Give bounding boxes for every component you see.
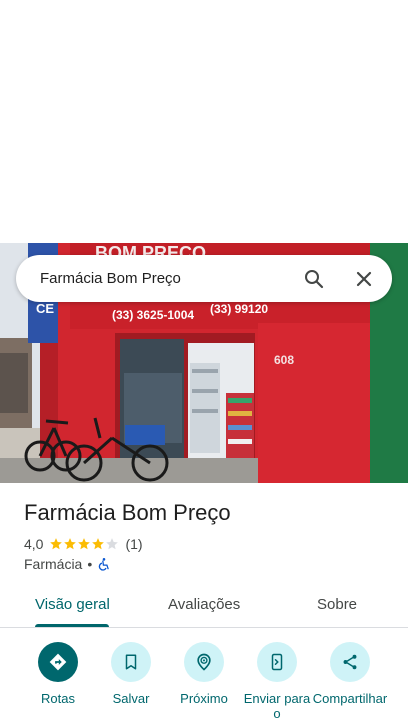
star-filled-icon (78, 538, 91, 550)
send-to-phone-button[interactable]: Enviar para o (239, 642, 315, 721)
directions-button[interactable]: Rotas (20, 642, 96, 706)
svg-text:CE: CE (36, 301, 54, 316)
nearby-button[interactable]: Próximo (166, 642, 242, 706)
share-button[interactable]: Compartilhar (312, 642, 388, 706)
svg-text:(33) 3625-1004: (33) 3625-1004 (112, 308, 194, 322)
star-filled-icon (50, 538, 63, 550)
directions-icon (38, 642, 78, 682)
tab-bar: Visão geral Avaliações Sobre (0, 588, 408, 628)
separator-dot: • (87, 556, 93, 572)
save-label: Salvar (112, 691, 150, 706)
tab-overview[interactable]: Visão geral (35, 596, 110, 613)
place-title: Farmácia Bom Preço (24, 500, 231, 525)
star-filled-icon (64, 538, 77, 550)
star-rating (49, 537, 119, 551)
rating-row[interactable]: 4,0 (1) (24, 536, 143, 552)
star-filled-icon (92, 538, 105, 550)
send-to-phone-icon (257, 642, 297, 682)
bookmark-icon (111, 642, 151, 682)
tab-about[interactable]: Sobre (317, 596, 357, 613)
send-to-phone-label: Enviar para o (243, 691, 311, 721)
close-icon[interactable] (352, 267, 376, 291)
nearby-icon (184, 642, 224, 682)
active-tab-indicator (35, 624, 109, 627)
map-area (0, 0, 408, 243)
nearby-label: Próximo (180, 691, 228, 706)
rating-value: 4,0 (24, 536, 44, 552)
action-buttons: Rotas Salvar Próximo Enviar para o Compa… (0, 640, 408, 726)
category-label: Farmácia (24, 556, 83, 572)
search-bar[interactable]: Farmácia Bom Preço (16, 255, 392, 302)
wheelchair-accessible-icon (97, 557, 111, 571)
share-icon (330, 642, 370, 682)
share-label: Compartilhar (312, 691, 388, 706)
directions-label: Rotas (41, 691, 75, 706)
svg-text:(33) 99120: (33) 99120 (210, 302, 268, 316)
review-count: (1) (125, 536, 143, 552)
star-empty-icon (106, 538, 119, 550)
svg-text:608: 608 (274, 353, 294, 367)
save-button[interactable]: Salvar (93, 642, 169, 706)
category-row: Farmácia • (24, 556, 111, 572)
search-icon[interactable] (302, 267, 326, 291)
search-input[interactable]: Farmácia Bom Preço (40, 270, 392, 287)
tab-reviews[interactable]: Avaliações (168, 596, 240, 613)
